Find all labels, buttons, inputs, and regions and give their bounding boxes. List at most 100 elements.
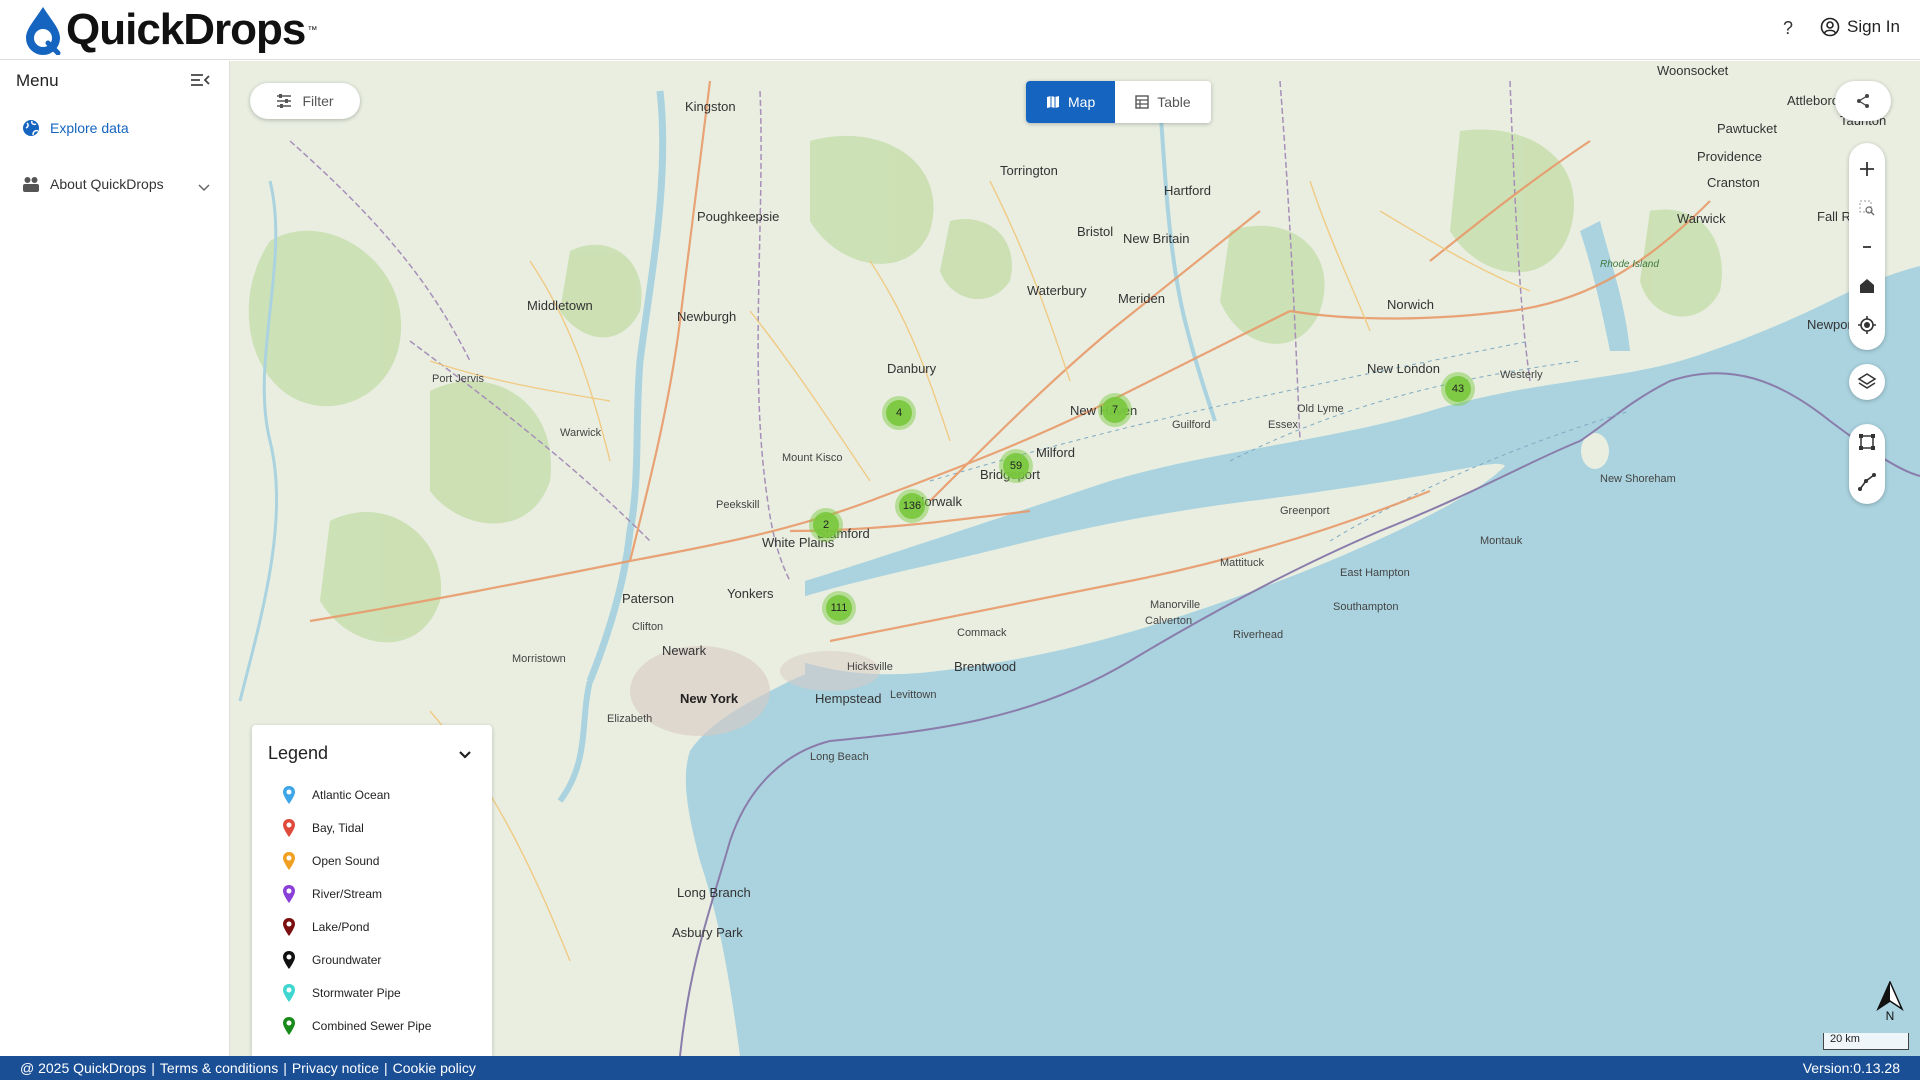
layers-button[interactable] [1849, 364, 1885, 400]
cluster-marker[interactable]: 43 [1441, 372, 1475, 406]
trademark-mark: ™ [307, 24, 318, 36]
legend-item: River/Stream [282, 884, 382, 904]
place-label: Morristown [512, 653, 566, 665]
place-label: Bristol [1077, 224, 1114, 239]
place-label: Warwick [1677, 211, 1726, 226]
locate-icon[interactable] [1849, 305, 1885, 344]
cluster-marker[interactable]: 7 [1098, 393, 1132, 427]
table-view-button[interactable]: Table [1115, 81, 1211, 123]
place-label: Woonsocket [1657, 63, 1729, 78]
map-view-button[interactable]: Map [1026, 81, 1116, 123]
place-label: Hempstead [815, 691, 882, 706]
place-label: Port Jervis [432, 373, 484, 385]
user-circle-icon [1820, 17, 1840, 37]
place-label: New London [1367, 361, 1440, 376]
place-label: New Shoreham [1600, 473, 1676, 485]
map-pin-icon [283, 852, 295, 870]
place-label: Pawtucket [1717, 121, 1777, 136]
map-pin-icon [283, 951, 295, 969]
place-label: Calverton [1145, 615, 1193, 627]
legend-label: Lake/Pond [312, 920, 370, 934]
cluster-marker[interactable]: 59 [999, 449, 1033, 483]
draw-line-icon[interactable] [1858, 472, 1876, 496]
share-icon [1857, 94, 1869, 108]
globe-icon [23, 120, 39, 136]
sign-in-label: Sign In [1847, 17, 1900, 36]
draw-polygon-icon[interactable] [1858, 433, 1876, 456]
place-label: New Britain [1123, 231, 1190, 246]
map-pin-icon [283, 819, 295, 837]
place-label: Riverhead [1233, 629, 1284, 641]
map-canvas[interactable]: Kingston Poughkeepsie Newburgh Middletow… [230, 61, 1920, 1056]
place-label: Warwick [560, 427, 602, 439]
north-label: N [1885, 1009, 1895, 1023]
terms-link[interactable]: Terms & conditions [160, 1060, 278, 1076]
cookie-link[interactable]: Cookie policy [393, 1060, 476, 1076]
place-label: Poughkeepsie [697, 209, 780, 224]
copyright-text: @ 2025 QuickDrops [20, 1060, 147, 1076]
map-pin-icon [283, 918, 295, 936]
place-label: Long Branch [677, 885, 751, 900]
zoom-box-icon[interactable] [1849, 188, 1885, 227]
map-pin-icon [283, 885, 295, 903]
layers-icon [1857, 373, 1877, 389]
place-label: Norwich [1387, 297, 1434, 312]
filter-button[interactable]: Filter [250, 83, 360, 119]
place-label: Danbury [887, 361, 937, 376]
sidebar-item-label: About QuickDrops [50, 176, 164, 192]
legend-label: Open Sound [312, 854, 380, 868]
sidebar-item-about[interactable]: About QuickDrops [22, 175, 164, 193]
sidebar: Menu Explore data About QuickDrops [0, 61, 230, 1056]
place-label: Mount Kisco [782, 452, 843, 464]
north-arrow-icon [1876, 981, 1904, 1011]
map-pin-icon [283, 984, 295, 1002]
place-label: Elizabeth [607, 713, 653, 725]
home-icon[interactable] [1849, 266, 1885, 305]
place-label: Old Lyme [1297, 403, 1344, 415]
place-label: Meriden [1118, 291, 1165, 306]
chevron-down-icon[interactable] [458, 747, 472, 765]
menu-heading: Menu [16, 71, 59, 90]
scale-bar: 20 km [1823, 1033, 1909, 1050]
cluster-marker[interactable]: 136 [895, 489, 929, 523]
place-label: Commack [957, 627, 1007, 639]
place-label: Rhode Island [1600, 259, 1659, 270]
privacy-link[interactable]: Privacy notice [292, 1060, 379, 1076]
place-label: Middletown [527, 298, 593, 313]
place-label: Clifton [632, 621, 664, 633]
place-label: East Hampton [1340, 567, 1410, 579]
cluster-marker[interactable]: 2 [809, 508, 843, 542]
filter-label: Filter [302, 93, 334, 109]
place-label: Southampton [1333, 601, 1399, 613]
legend-item: Stormwater Pipe [282, 983, 401, 1003]
place-label: Greenport [1280, 505, 1330, 517]
draw-controls [1849, 424, 1885, 504]
zoom-in-icon[interactable] [1849, 149, 1885, 188]
version-text: Version:0.13.28 [1802, 1060, 1900, 1076]
map-legend: Legend Atlantic Ocean Bay, Tidal Open Soun… [252, 725, 492, 1056]
legend-label: Stormwater Pipe [312, 986, 401, 1000]
help-button[interactable]: ? [1783, 18, 1793, 39]
place-label: Providence [1697, 149, 1763, 164]
north-arrow: N [1876, 981, 1904, 1023]
place-label: Mattituck [1220, 557, 1265, 569]
sidebar-item-label: Explore data [50, 120, 129, 136]
place-label: Paterson [622, 591, 675, 606]
menu-collapse-icon[interactable] [190, 72, 210, 93]
chevron-down-icon[interactable] [198, 179, 210, 197]
place-label: Hartford [1164, 183, 1211, 198]
view-toggle: Map Table [1026, 81, 1211, 123]
cluster-marker[interactable]: 4 [882, 396, 916, 430]
quickdrops-logo[interactable]: QuickDrops ™ [22, 4, 317, 56]
people-icon [23, 177, 39, 192]
share-button[interactable] [1835, 81, 1891, 121]
cluster-marker[interactable]: 111 [822, 591, 856, 625]
footer: @ 2025 QuickDrops | Terms & conditions |… [0, 1056, 1920, 1080]
place-label: Westerly [1500, 369, 1543, 381]
legend-title: Legend [268, 743, 329, 763]
sign-in-button[interactable]: Sign In [1820, 17, 1900, 37]
place-label: Waterbury [1027, 283, 1087, 298]
zoom-out-icon[interactable] [1849, 227, 1885, 266]
legend-label: Bay, Tidal [312, 821, 364, 835]
sidebar-item-explore-data[interactable]: Explore data [22, 119, 129, 137]
